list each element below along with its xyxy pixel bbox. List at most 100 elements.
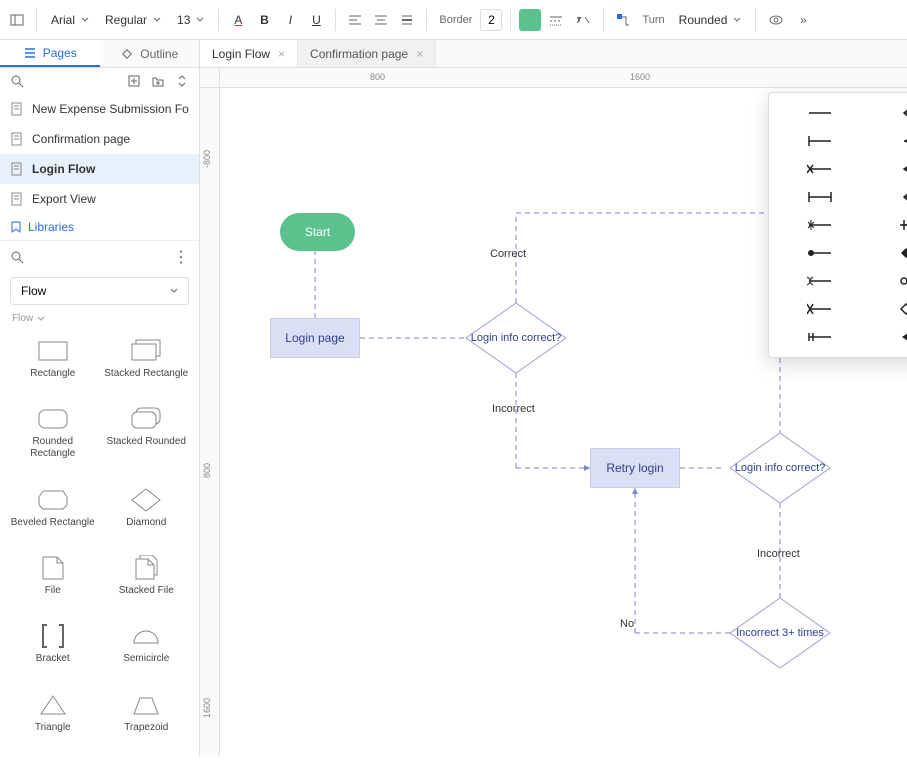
edge-label-incorrect: Incorrect	[492, 403, 535, 415]
node-incorrect-3x[interactable]: Incorrect 3+ times	[730, 598, 830, 668]
visibility-button[interactable]	[764, 8, 788, 32]
shape-stacked-rectangle[interactable]: Stacked Rectangle	[100, 332, 194, 398]
arrow-style-option[interactable]	[872, 327, 907, 347]
arrow-style-option[interactable]	[872, 131, 907, 151]
arrow-style-button[interactable]	[571, 8, 595, 32]
shape-file[interactable]: File	[6, 549, 100, 615]
top-toolbar: Arial Regular 13 A B I U Border Turn Rou…	[0, 0, 907, 40]
page-item-export-view[interactable]: Export View	[0, 184, 199, 214]
doc-tab-confirmation[interactable]: Confirmation page ×	[298, 40, 436, 67]
node-login-page[interactable]: Login page	[270, 318, 360, 358]
list-icon	[23, 46, 37, 60]
left-sidebar: New Expense Submission Fo Confirmation p…	[0, 68, 200, 756]
chevron-down-icon	[196, 16, 204, 24]
canvas-area: 800 1600 -800 800 1600	[200, 68, 907, 756]
shape-stacked-rounded[interactable]: Stacked Rounded	[100, 400, 194, 478]
bold-button[interactable]: B	[253, 8, 275, 32]
rectangle-icon	[37, 338, 69, 364]
font-weight-value: Regular	[105, 13, 147, 27]
shape-category-value: Flow	[21, 284, 46, 298]
italic-button[interactable]: I	[279, 8, 301, 32]
arrow-style-option[interactable]	[872, 103, 907, 123]
arrow-style-option[interactable]	[779, 299, 860, 319]
new-folder-button[interactable]	[151, 74, 165, 88]
shape-trapezoid[interactable]: Trapezoid	[100, 686, 194, 752]
shapes-palette: Rectangle Stacked Rectangle Rounded Rectan…	[0, 328, 199, 756]
arrow-style-option[interactable]	[779, 243, 860, 263]
corner-style-select[interactable]: Rounded	[673, 9, 748, 31]
arrow-style-option[interactable]	[779, 131, 860, 151]
shape-triangle[interactable]: Triangle	[6, 686, 100, 752]
doc-tab-login-flow[interactable]: Login Flow ×	[200, 40, 298, 67]
arrow-style-option[interactable]	[779, 159, 860, 179]
node-login-info-correct-2[interactable]: Login info correct?	[730, 433, 830, 503]
tab-outline[interactable]: Outline	[100, 40, 200, 67]
shape-semicircle[interactable]: Semicircle	[100, 617, 194, 683]
node-retry-login[interactable]: Retry login	[590, 448, 680, 488]
border-label: Border	[435, 14, 476, 26]
search-icon[interactable]	[10, 250, 24, 264]
shape-beveled-rectangle[interactable]: Beveled Rectangle	[6, 481, 100, 547]
shape-category-select[interactable]: Flow	[10, 277, 189, 305]
arrow-style-option[interactable]	[872, 159, 907, 179]
collapse-panel-button[interactable]	[6, 8, 28, 32]
arrow-style-option[interactable]	[779, 327, 860, 347]
shape-stacked-file[interactable]: Stacked File	[100, 549, 194, 615]
sidebar-view-tabs: Pages Outline	[0, 40, 200, 67]
fill-color-swatch[interactable]	[519, 9, 541, 31]
expand-collapse-button[interactable]	[175, 74, 189, 88]
border-width-input[interactable]	[480, 9, 502, 31]
bookmark-icon	[10, 221, 22, 233]
arrow-style-option[interactable]	[779, 271, 860, 291]
text-color-button[interactable]: A	[227, 8, 249, 32]
close-icon[interactable]: ×	[278, 47, 285, 61]
tab-pages[interactable]: Pages	[0, 40, 100, 67]
more-tools-button[interactable]: »	[792, 8, 814, 32]
new-page-button[interactable]	[127, 74, 141, 88]
search-icon[interactable]	[10, 74, 24, 88]
shape-rounded-rectangle[interactable]: Rounded Rectangle	[6, 400, 100, 478]
shape-diamond[interactable]: Diamond	[100, 481, 194, 547]
font-family-select[interactable]: Arial	[45, 9, 95, 31]
rounded-rectangle-icon	[37, 406, 69, 432]
diamond-icon	[130, 487, 162, 513]
arrow-style-option[interactable]	[872, 215, 907, 235]
shape-subcategory[interactable]: Flow	[0, 309, 199, 328]
more-options-button[interactable]: ⋮	[173, 247, 189, 267]
shape-label: Stacked Rectangle	[104, 368, 188, 380]
align-center-button[interactable]	[370, 8, 392, 32]
line-style-button[interactable]	[545, 8, 567, 32]
arrow-picker-popover	[768, 92, 907, 358]
bracket-icon	[37, 623, 69, 649]
page-item-confirmation[interactable]: Confirmation page	[0, 124, 199, 154]
shape-rectangle[interactable]: Rectangle	[6, 332, 100, 398]
underline-button[interactable]: U	[305, 8, 327, 32]
shapes-search-row: ⋮	[0, 241, 199, 273]
document-icon	[10, 102, 24, 116]
shape-bracket[interactable]: Bracket	[6, 617, 100, 683]
page-item-login-flow[interactable]: Login Flow	[0, 154, 199, 184]
align-left-button[interactable]	[344, 8, 366, 32]
arrow-style-option[interactable]	[872, 187, 907, 207]
arrow-style-option[interactable]	[872, 299, 907, 319]
close-icon[interactable]: ×	[416, 47, 423, 61]
font-family-value: Arial	[51, 13, 75, 27]
arrow-style-option[interactable]	[872, 271, 907, 291]
shape-label: Triangle	[35, 722, 71, 734]
arrow-style-option[interactable]	[779, 103, 860, 123]
node-start[interactable]: Start	[280, 213, 355, 251]
align-middle-button[interactable]	[396, 8, 418, 32]
libraries-link[interactable]: Libraries	[0, 214, 199, 241]
page-label: Export View	[32, 192, 96, 206]
font-size-select[interactable]: 13	[171, 9, 210, 31]
arrow-style-option[interactable]	[779, 187, 860, 207]
arrow-style-option[interactable]	[779, 215, 860, 235]
node-login-info-correct[interactable]: Login info correct?	[466, 303, 566, 373]
font-weight-select[interactable]: Regular	[99, 9, 167, 31]
document-tabs: Login Flow × Confirmation page ×	[200, 40, 436, 67]
pages-list: New Expense Submission Fo Confirmation p…	[0, 94, 199, 214]
connector-type-button[interactable]	[612, 8, 634, 32]
page-item-expense[interactable]: New Expense Submission Fo	[0, 94, 199, 124]
beveled-rectangle-icon	[37, 487, 69, 513]
arrow-style-option[interactable]	[872, 243, 907, 263]
